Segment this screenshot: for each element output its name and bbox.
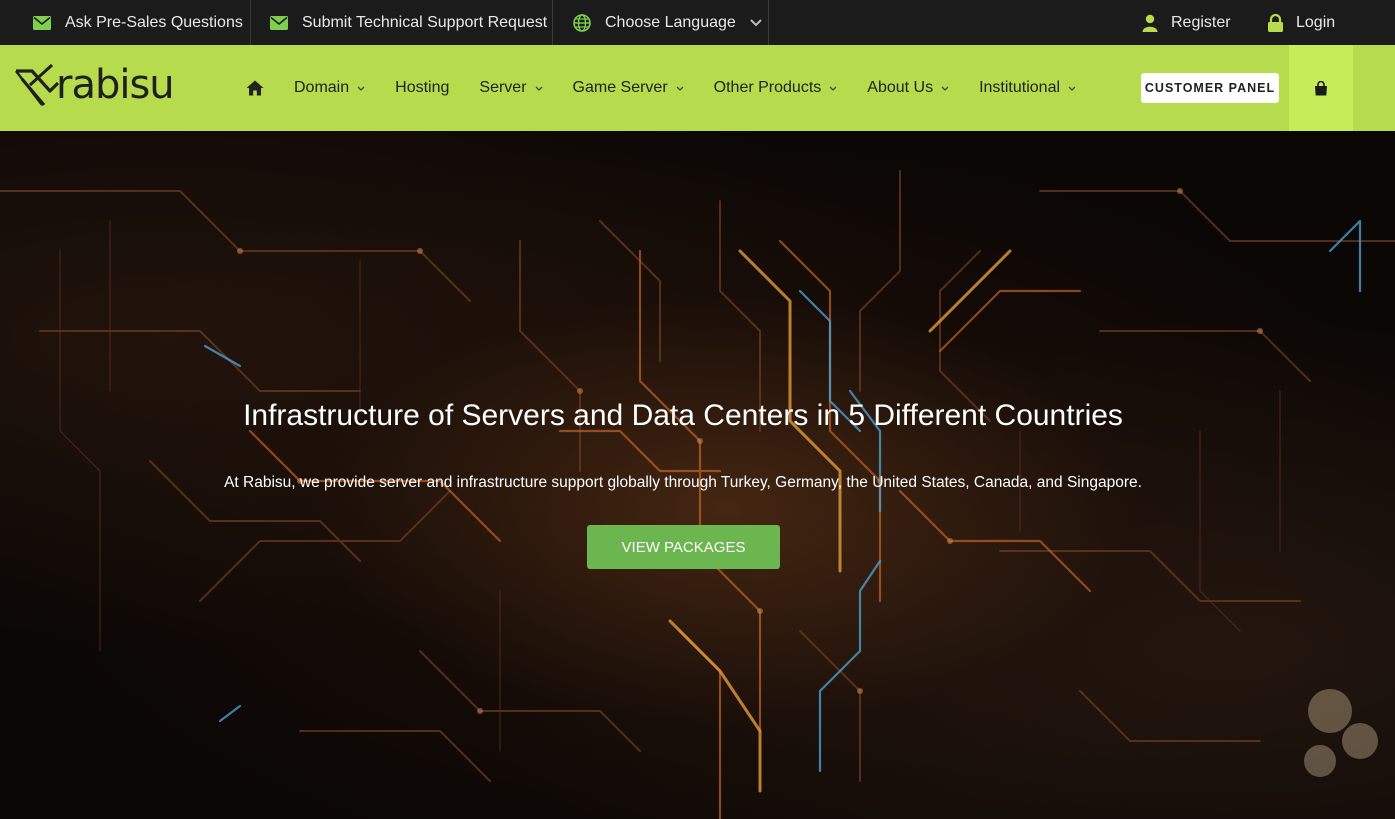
hero-subtitle: At Rabisu, we provide server and infrast… <box>224 474 1142 491</box>
nav-item-game-server[interactable]: Game Server <box>573 79 684 97</box>
view-packages-button[interactable]: VIEW PACKAGES <box>587 525 780 569</box>
nav-item-server[interactable]: Server <box>479 79 542 97</box>
login-label: Login <box>1296 13 1336 31</box>
support-link[interactable]: Submit Technical Support Request <box>251 0 553 45</box>
globe-icon <box>573 13 591 32</box>
home-icon[interactable] <box>246 80 264 96</box>
nav-item-label: About Us <box>867 79 934 96</box>
hero-section: Infrastructure of Servers and Data Cente… <box>0 131 1395 819</box>
top-bar: Ask Pre-Sales Questions Submit Technical… <box>0 0 1395 45</box>
nav-menu: Domain Hosting Server Game Server Other … <box>246 45 1106 131</box>
nav-item-label: Domain <box>294 79 350 96</box>
chevron-down-icon <box>535 86 543 91</box>
nav-item-hosting[interactable]: Hosting <box>395 79 449 97</box>
language-label: Choose Language <box>605 13 736 31</box>
nav-item-label: Game Server <box>572 79 668 96</box>
logo-text: rabisu <box>56 62 175 108</box>
register-link[interactable]: Register <box>1141 0 1231 45</box>
register-label: Register <box>1171 13 1231 31</box>
language-selector[interactable]: Choose Language <box>553 0 769 45</box>
chevron-down-icon <box>1068 86 1076 91</box>
cart-button[interactable] <box>1289 45 1353 131</box>
main-nav: rabisu Domain Hosting Server Game Server… <box>0 45 1395 131</box>
chevron-down-icon <box>829 86 837 91</box>
user-icon <box>1141 14 1159 32</box>
lock-icon <box>1267 13 1284 32</box>
presales-link[interactable]: Ask Pre-Sales Questions <box>0 0 251 45</box>
logo[interactable]: rabisu <box>14 59 175 111</box>
customer-panel-button[interactable]: CUSTOMER PANEL <box>1141 73 1279 103</box>
support-label: Submit Technical Support Request <box>302 13 548 31</box>
nav-item-label: Hosting <box>395 79 450 96</box>
login-link[interactable]: Login <box>1267 0 1335 45</box>
presales-label: Ask Pre-Sales Questions <box>65 13 243 31</box>
chevron-down-icon <box>941 86 949 91</box>
nav-item-institutional[interactable]: Institutional <box>979 79 1076 97</box>
nav-item-label: Other Products <box>713 79 822 96</box>
shopping-bag-icon <box>1314 80 1328 96</box>
nav-item-other-products[interactable]: Other Products <box>714 79 838 97</box>
nav-item-label: Institutional <box>979 79 1061 96</box>
nav-item-domain[interactable]: Domain <box>294 79 365 97</box>
chevron-down-icon <box>750 18 762 27</box>
logo-mark-icon <box>15 63 60 107</box>
chevron-down-icon <box>357 86 365 91</box>
nav-item-about-us[interactable]: About Us <box>867 79 949 97</box>
envelope-icon <box>33 15 51 30</box>
hero-title: Infrastructure of Servers and Data Cente… <box>243 399 1123 432</box>
envelope-icon <box>270 15 288 30</box>
nav-item-label: Server <box>479 79 527 96</box>
chevron-down-icon <box>676 86 684 91</box>
